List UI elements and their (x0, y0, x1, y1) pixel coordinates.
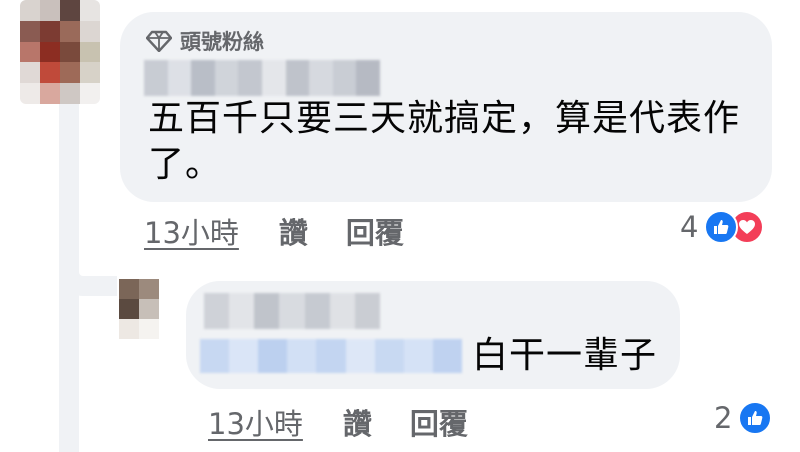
reaction-summary[interactable]: 4 (680, 210, 765, 244)
comment-actions: 13小時 讚 回覆 (144, 210, 442, 252)
reply-actions: 13小時 讚 回覆 (208, 401, 506, 443)
reply-reply-button[interactable]: 回覆 (410, 401, 468, 443)
reply-author-name-redacted[interactable] (204, 293, 380, 329)
reply-button[interactable]: 回覆 (346, 210, 404, 252)
reply-reaction-summary[interactable]: 2 (714, 401, 773, 435)
reply-timestamp-link[interactable]: 13小時 (208, 401, 303, 443)
reply-reaction-count: 2 (714, 401, 733, 435)
like-icon (738, 401, 773, 435)
comment-bubble: 頭號粉絲 五百千只要三天就搞定，算是代表作了。 (120, 12, 772, 202)
reply-text-redacted (200, 339, 462, 373)
reply-like-button[interactable]: 讚 (343, 401, 372, 443)
like-button[interactable]: 讚 (279, 210, 308, 252)
like-icon (704, 210, 739, 244)
reply-avatar[interactable] (119, 279, 159, 339)
reaction-count: 4 (680, 210, 699, 244)
top-fan-badge[interactable]: 頭號粉絲 (146, 26, 264, 56)
comment-text: 五百千只要三天就搞定，算是代表作了。 (148, 98, 741, 185)
reply-bubble: 白干一輩子 (186, 281, 680, 389)
diamond-icon (146, 30, 172, 52)
avatar[interactable] (20, 0, 100, 104)
reply-text: 白干一輩子 (472, 335, 658, 376)
reply-connector (59, 260, 117, 296)
badge-label: 頭號粉絲 (180, 30, 264, 54)
timestamp-link[interactable]: 13小時 (144, 210, 239, 252)
author-name-redacted[interactable] (144, 60, 380, 96)
